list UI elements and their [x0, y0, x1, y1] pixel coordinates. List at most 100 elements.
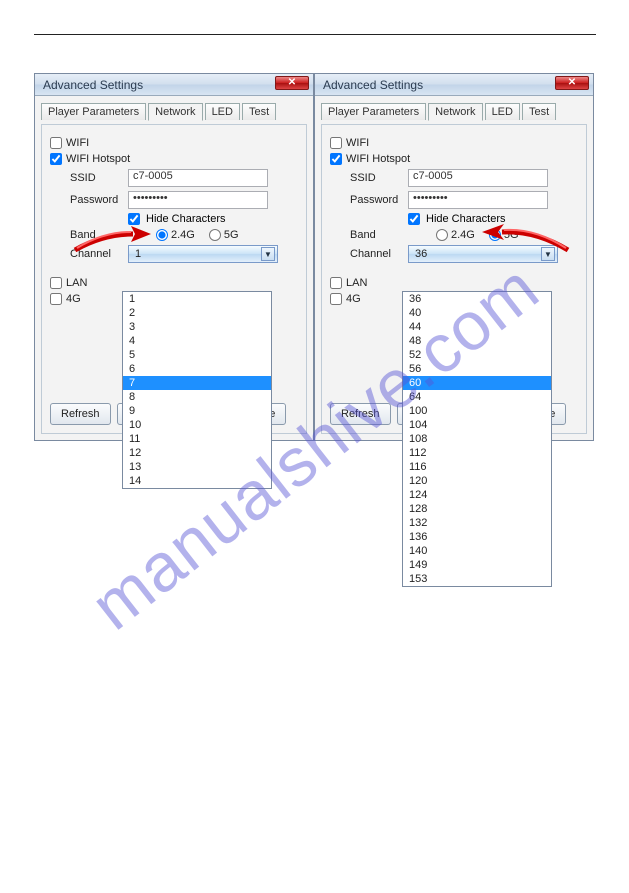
channel-option[interactable]: 12: [123, 446, 271, 460]
band-24g-radio[interactable]: [156, 229, 168, 241]
channel-value: 1: [135, 248, 141, 260]
close-icon: ✕: [568, 78, 576, 88]
wifi-hotspot-checkbox[interactable]: [50, 153, 62, 165]
channel-label: Channel: [350, 248, 402, 260]
tab-test[interactable]: Test: [522, 103, 556, 120]
channel-option[interactable]: 116: [403, 460, 551, 474]
4g-checkbox[interactable]: [330, 293, 342, 305]
tab-panel-network: WIFI WIFI Hotspot SSID c7-0005 Password …: [41, 124, 307, 434]
channel-option[interactable]: 124: [403, 488, 551, 502]
channel-option[interactable]: 9: [123, 404, 271, 418]
band-5g-label: 5G: [224, 229, 239, 241]
chevron-down-icon: ▼: [261, 247, 275, 261]
wifi-label: WIFI: [66, 137, 89, 149]
lan-checkbox[interactable]: [330, 277, 342, 289]
channel-option[interactable]: 120: [403, 474, 551, 488]
wifi-checkbox[interactable]: [330, 137, 342, 149]
channel-option[interactable]: 56: [403, 362, 551, 376]
channel-option[interactable]: 4: [123, 334, 271, 348]
channel-option[interactable]: 112: [403, 446, 551, 460]
channel-option[interactable]: 153: [403, 572, 551, 586]
tab-player-parameters[interactable]: Player Parameters: [41, 103, 146, 120]
channel-option[interactable]: 1: [123, 292, 271, 306]
ssid-input[interactable]: c7-0005: [128, 169, 268, 187]
channel-option[interactable]: 8: [123, 390, 271, 404]
4g-label: 4G: [346, 293, 361, 305]
channel-option[interactable]: 3: [123, 320, 271, 334]
band-5g-label: 5G: [504, 229, 519, 241]
hide-characters-checkbox[interactable]: [408, 213, 420, 225]
channel-option[interactable]: 6: [123, 362, 271, 376]
channel-dropdown-list[interactable]: 3640444852566064100104108112116120124128…: [402, 291, 552, 587]
password-input[interactable]: •••••••••: [128, 191, 268, 209]
channel-label: Channel: [70, 248, 122, 260]
tab-network[interactable]: Network: [148, 103, 202, 121]
wifi-hotspot-label: WIFI Hotspot: [66, 153, 130, 165]
channel-value: 36: [415, 248, 427, 260]
4g-checkbox[interactable]: [50, 293, 62, 305]
ssid-label: SSID: [70, 172, 122, 184]
tab-bar: Player Parameters Network LED Test: [321, 102, 587, 124]
channel-option[interactable]: 7: [123, 376, 271, 390]
channel-option[interactable]: 104: [403, 418, 551, 432]
tab-led[interactable]: LED: [485, 103, 520, 120]
password-label: Password: [70, 194, 122, 206]
channel-option[interactable]: 149: [403, 558, 551, 572]
refresh-button[interactable]: Refresh: [50, 403, 111, 425]
band-24g-label: 2.4G: [451, 229, 475, 241]
channel-option[interactable]: 10: [123, 418, 271, 432]
ssid-input[interactable]: c7-0005: [408, 169, 548, 187]
channel-option[interactable]: 64: [403, 390, 551, 404]
titlebar-title: Advanced Settings: [323, 78, 423, 92]
band-24g-radio[interactable]: [436, 229, 448, 241]
channel-option[interactable]: 52: [403, 348, 551, 362]
channel-combobox[interactable]: 1 ▼: [128, 245, 278, 263]
channel-option[interactable]: 13: [123, 460, 271, 474]
band-24g-label: 2.4G: [171, 229, 195, 241]
channel-option[interactable]: 36: [403, 292, 551, 306]
tab-network[interactable]: Network: [428, 103, 482, 121]
channel-option[interactable]: 40: [403, 306, 551, 320]
channel-option[interactable]: 2: [123, 306, 271, 320]
band-5g-radio[interactable]: [209, 229, 221, 241]
channel-option[interactable]: 140: [403, 544, 551, 558]
channel-option[interactable]: 100: [403, 404, 551, 418]
tab-test[interactable]: Test: [242, 103, 276, 120]
dialog-left: Advanced Settings ✕ Player Parameters Ne…: [34, 73, 314, 441]
channel-combobox[interactable]: 36 ▼: [408, 245, 558, 263]
ssid-label: SSID: [350, 172, 402, 184]
channel-dropdown-list[interactable]: 1234567891011121314: [122, 291, 272, 489]
titlebar-left[interactable]: Advanced Settings ✕: [35, 74, 313, 96]
channel-option[interactable]: 108: [403, 432, 551, 446]
close-button[interactable]: ✕: [275, 76, 309, 90]
titlebar-right[interactable]: Advanced Settings ✕: [315, 74, 593, 96]
lan-label: LAN: [346, 277, 367, 289]
password-input[interactable]: •••••••••: [408, 191, 548, 209]
channel-option[interactable]: 136: [403, 530, 551, 544]
channel-option[interactable]: 11: [123, 432, 271, 446]
close-button[interactable]: ✕: [555, 76, 589, 90]
channel-option[interactable]: 14: [123, 474, 271, 488]
band-label: Band: [70, 229, 122, 241]
wifi-checkbox[interactable]: [50, 137, 62, 149]
titlebar-title: Advanced Settings: [43, 78, 143, 92]
channel-option[interactable]: 44: [403, 320, 551, 334]
tab-panel-network: WIFI WIFI Hotspot SSID c7-0005 Password …: [321, 124, 587, 434]
chevron-down-icon: ▼: [541, 247, 555, 261]
band-5g-radio[interactable]: [489, 229, 501, 241]
tab-bar: Player Parameters Network LED Test: [41, 102, 307, 124]
page-rule: [34, 34, 596, 35]
wifi-hotspot-checkbox[interactable]: [330, 153, 342, 165]
channel-option[interactable]: 48: [403, 334, 551, 348]
lan-checkbox[interactable]: [50, 277, 62, 289]
hide-characters-label: Hide Characters: [146, 213, 225, 225]
refresh-button[interactable]: Refresh: [330, 403, 391, 425]
hide-characters-checkbox[interactable]: [128, 213, 140, 225]
channel-option[interactable]: 5: [123, 348, 271, 362]
tab-led[interactable]: LED: [205, 103, 240, 120]
channel-option[interactable]: 128: [403, 502, 551, 516]
tab-player-parameters[interactable]: Player Parameters: [321, 103, 426, 120]
channel-option[interactable]: 132: [403, 516, 551, 530]
channel-option[interactable]: 60: [403, 376, 551, 390]
close-icon: ✕: [288, 78, 296, 88]
